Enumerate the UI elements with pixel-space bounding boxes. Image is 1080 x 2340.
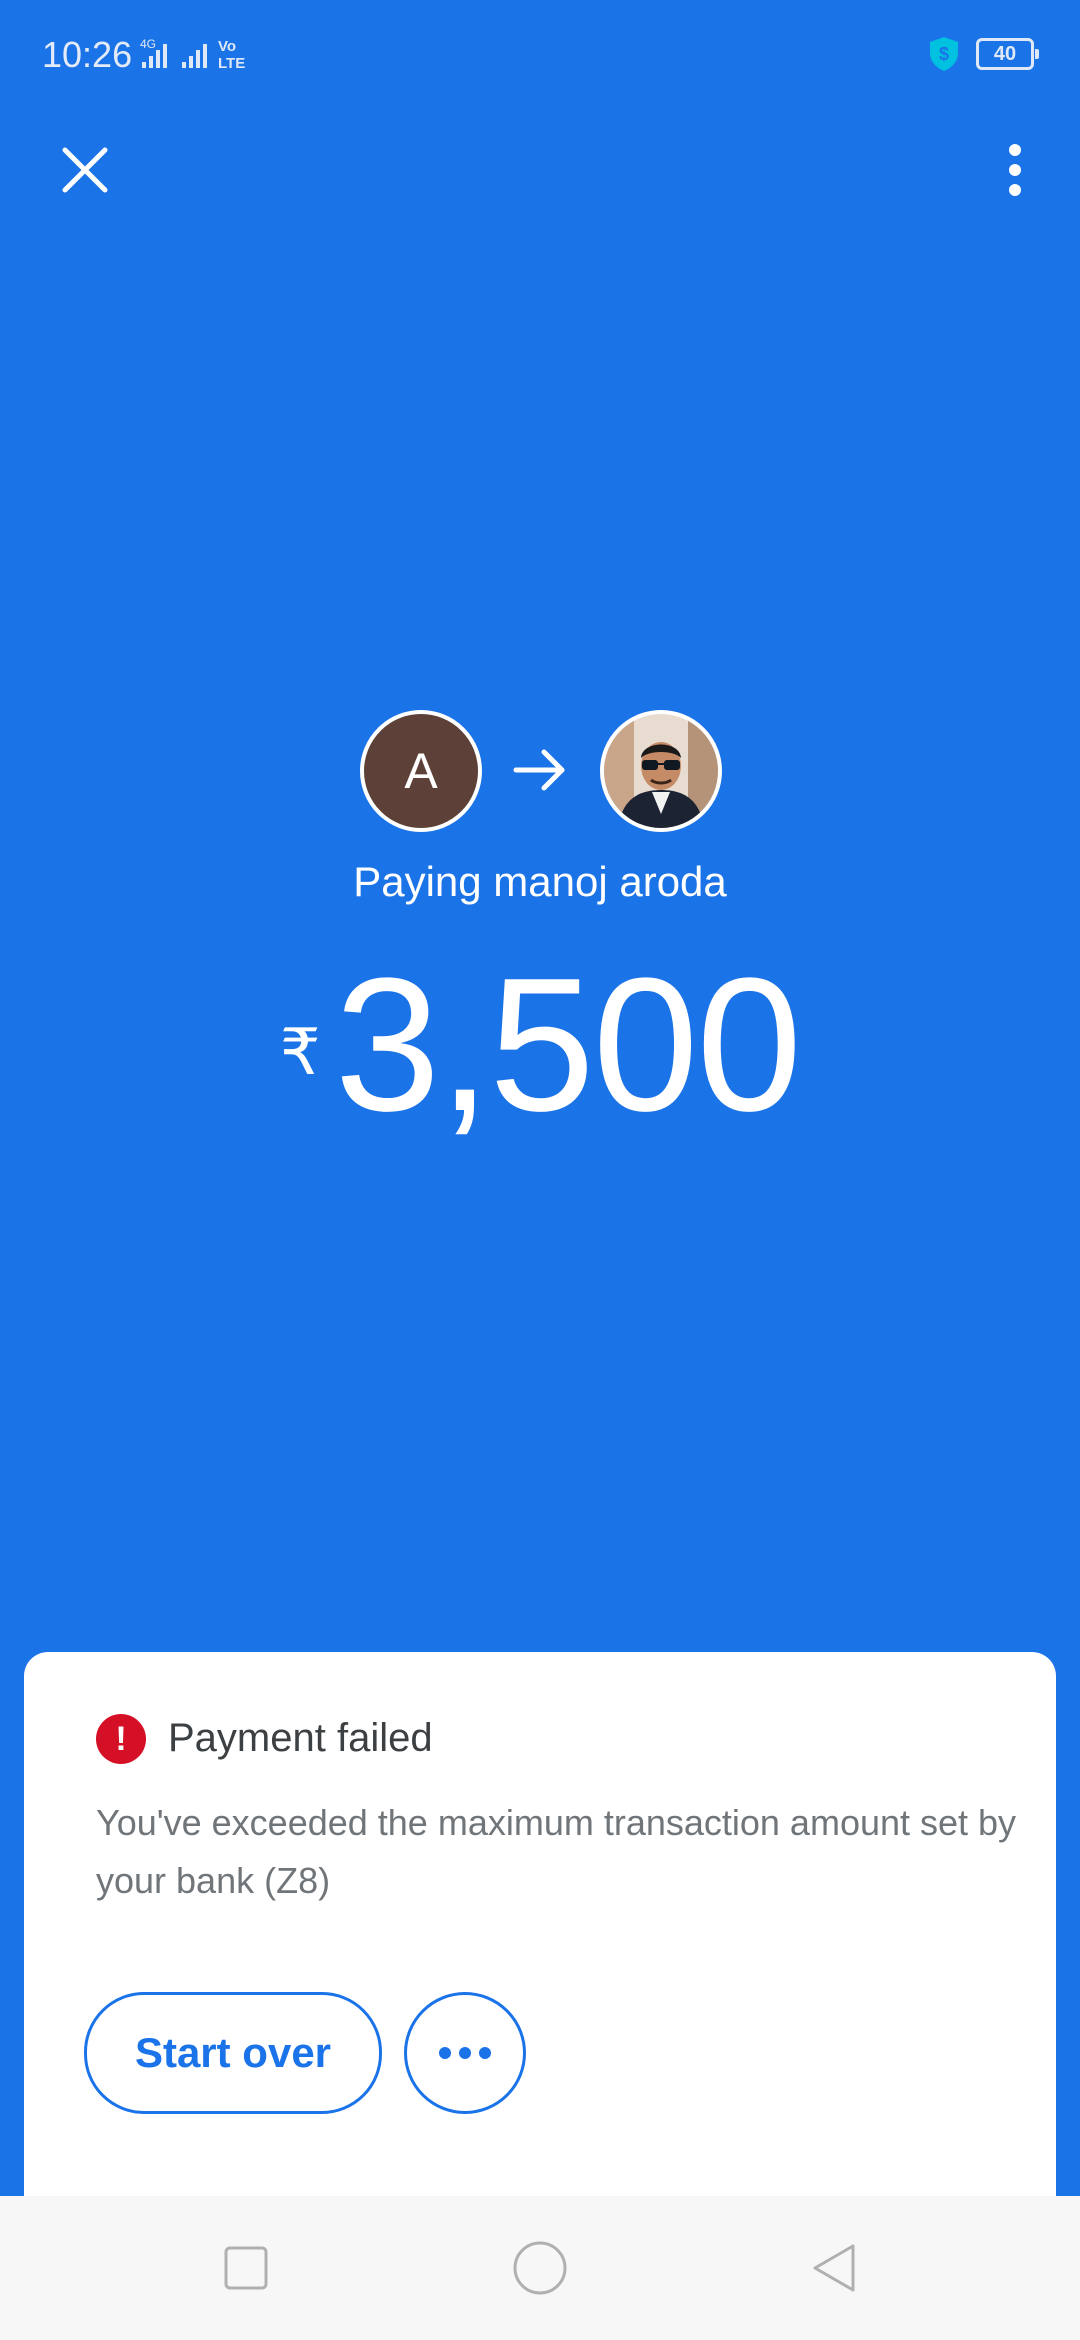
svg-text:Vo: Vo bbox=[218, 38, 236, 55]
shield-icon: $ bbox=[930, 37, 958, 71]
close-icon bbox=[62, 147, 108, 193]
status-right: $ 40 bbox=[928, 36, 1039, 72]
triangle-back-icon bbox=[813, 2244, 855, 2292]
back-button[interactable] bbox=[798, 2232, 870, 2304]
svg-text:4G: 4G bbox=[140, 37, 156, 51]
battery-icon: 40 bbox=[976, 38, 1039, 70]
amount-value: 3,500 bbox=[334, 939, 802, 1151]
recents-button[interactable] bbox=[210, 2232, 282, 2304]
result-message: You've exceeded the maximum transaction … bbox=[96, 1802, 1017, 1901]
start-over-button[interactable]: Start over bbox=[84, 1992, 382, 2114]
error-icon: ! bbox=[96, 1714, 146, 1764]
result-title: Payment failed bbox=[168, 1716, 433, 1760]
close-button[interactable] bbox=[50, 135, 120, 205]
svg-text:$: $ bbox=[939, 44, 949, 64]
more-horiz-icon bbox=[439, 2047, 491, 2059]
signal-icon: 4G Vo LTE bbox=[140, 37, 245, 72]
amount-display: ₹3,500 bbox=[0, 945, 1080, 1145]
payment-result-card: ! Payment failed You've exceeded the max… bbox=[24, 1652, 1056, 2212]
currency-symbol: ₹ bbox=[279, 1016, 321, 1088]
more-options-menu-button[interactable] bbox=[990, 135, 1040, 205]
status-bar: 10:26 4G Vo LTE $ 40 bbox=[0, 0, 1080, 110]
more-vert-icon bbox=[1009, 144, 1021, 196]
svg-text:LTE: LTE bbox=[218, 55, 245, 72]
transfer-avatars: A bbox=[0, 710, 1080, 832]
payer-avatar: A bbox=[360, 710, 482, 832]
more-options-button[interactable] bbox=[404, 1992, 526, 2114]
arrow-right-icon bbox=[513, 749, 565, 791]
status-time: 10:26 bbox=[42, 34, 133, 75]
payee-photo bbox=[604, 714, 718, 828]
payee-avatar bbox=[600, 710, 722, 832]
home-button[interactable] bbox=[504, 2232, 576, 2304]
payee-name-label: Paying manoj aroda bbox=[353, 858, 727, 905]
system-navigation-bar bbox=[0, 2196, 1080, 2340]
payment-screen: 10:26 4G Vo LTE $ 40 A Paying manoj arod… bbox=[0, 0, 1080, 2340]
square-icon bbox=[224, 2246, 268, 2290]
circle-icon bbox=[513, 2241, 567, 2295]
